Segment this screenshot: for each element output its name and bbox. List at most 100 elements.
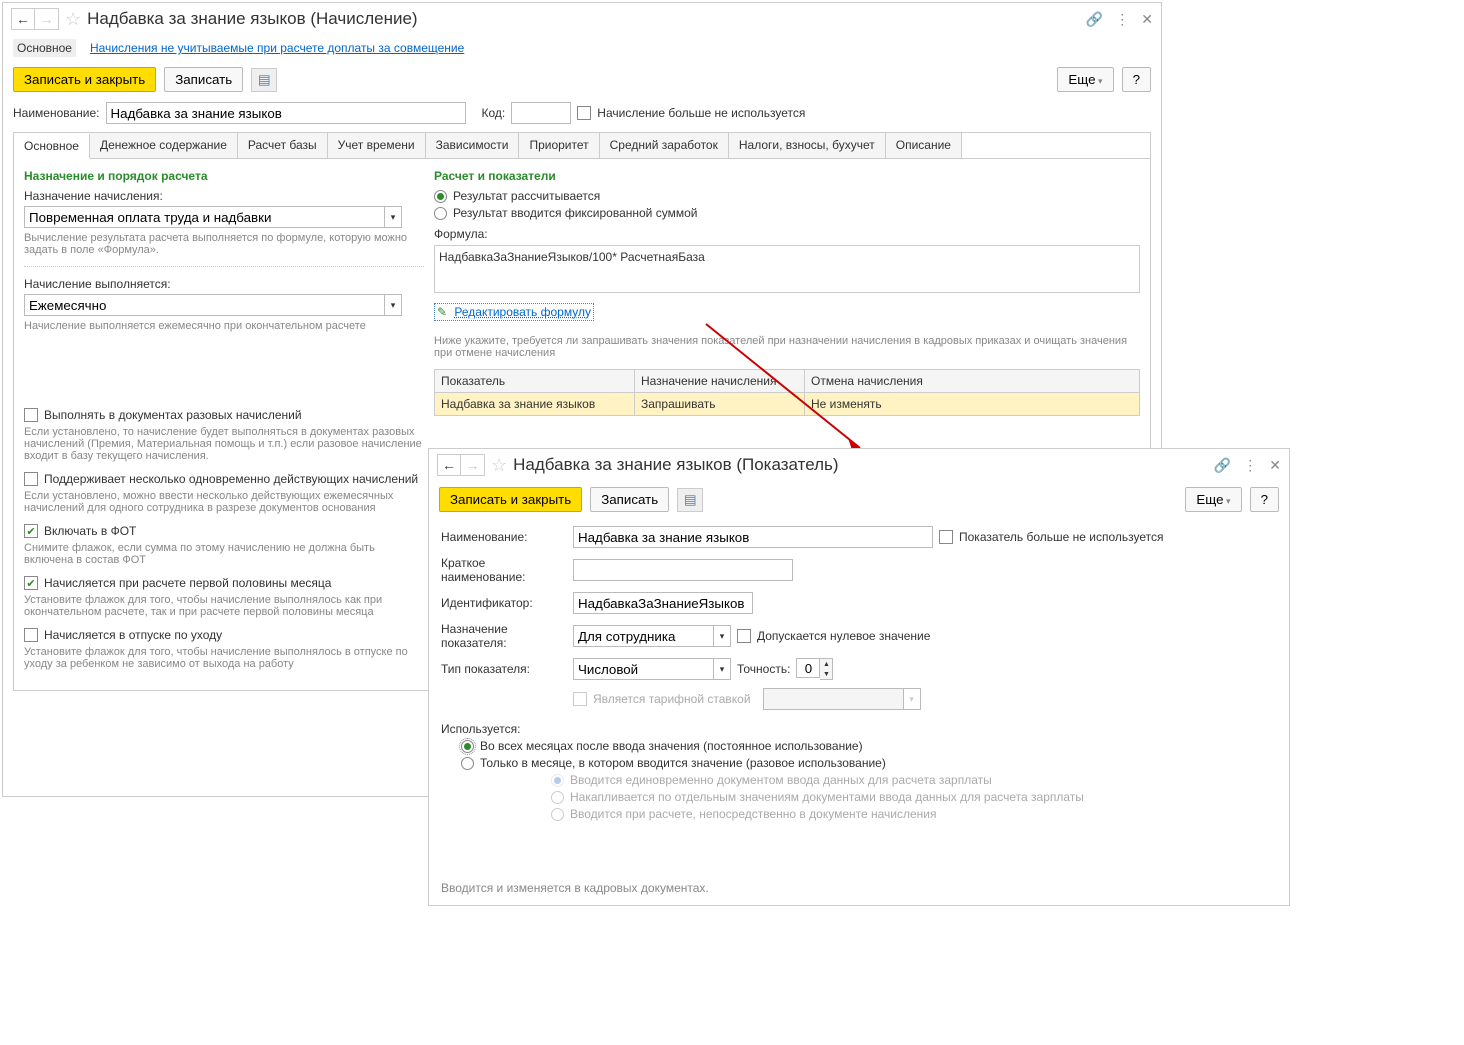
kebab-icon[interactable]: ⋮ bbox=[1115, 11, 1129, 28]
short-input[interactable] bbox=[573, 559, 793, 581]
tab-desc[interactable]: Описание bbox=[886, 133, 962, 158]
code-label: Код: bbox=[482, 106, 506, 120]
purpose-dropdown-2[interactable]: ▾ bbox=[713, 625, 731, 647]
radio-usage-permanent-label: Во всех месяцах после ввода значения (по… bbox=[480, 739, 863, 753]
close-icon[interactable]: ✕ bbox=[1141, 11, 1153, 28]
nav-forward-button-2[interactable]: → bbox=[461, 454, 485, 476]
name-row: Наименование: Код: Начисление больше не … bbox=[3, 98, 1161, 128]
link-icon[interactable]: 🔗 bbox=[1086, 11, 1103, 28]
allow-zero-checkbox[interactable] bbox=[737, 629, 751, 643]
cb-fot[interactable]: ✔ bbox=[24, 524, 38, 538]
tab-main[interactable]: Основное bbox=[14, 134, 90, 159]
cb-first-half-label: Начисляется при расчете первой половины … bbox=[44, 576, 331, 590]
tariff-dropdown: ▾ bbox=[903, 688, 921, 710]
id-input[interactable] bbox=[573, 592, 753, 614]
radio-usage-once[interactable] bbox=[461, 757, 474, 770]
precision-spinner[interactable]: ▲ ▼ bbox=[796, 658, 833, 680]
purpose-dropdown-button[interactable]: ▾ bbox=[384, 206, 402, 228]
name-input[interactable] bbox=[106, 102, 466, 124]
radio-fixed-label: Результат вводится фиксированной суммой bbox=[453, 206, 697, 220]
purpose-select[interactable] bbox=[24, 206, 384, 228]
save-button[interactable]: Записать bbox=[164, 67, 243, 92]
type-dropdown[interactable]: ▾ bbox=[713, 658, 731, 680]
subnav-link[interactable]: Начисления не учитываемые при расчете до… bbox=[90, 41, 464, 55]
cb-onetime[interactable] bbox=[24, 408, 38, 422]
kebab-icon-2[interactable]: ⋮ bbox=[1243, 457, 1257, 474]
purpose-hint: Вычисление результата расчета выполняетс… bbox=[24, 232, 424, 256]
titlebar: ← → ☆ Надбавка за знание языков (Начисле… bbox=[3, 3, 1161, 35]
subnav-main[interactable]: Основное bbox=[13, 39, 76, 57]
radio-calc[interactable] bbox=[434, 190, 447, 203]
cb-onetime-label: Выполнять в документах разовых начислени… bbox=[44, 408, 302, 422]
radio-sub-calc-label: Вводится при расчете, непосредственно в … bbox=[570, 807, 937, 821]
tab-priority[interactable]: Приоритет bbox=[519, 133, 599, 158]
nav-back-button-2[interactable]: ← bbox=[437, 454, 461, 476]
tab-base[interactable]: Расчет базы bbox=[238, 133, 328, 158]
radio-usage-once-label: Только в месяце, в котором вводится знач… bbox=[480, 756, 886, 770]
toolbar-2: Записать и закрыть Записать ▤ Еще ? bbox=[429, 481, 1289, 518]
list-icon-button[interactable]: ▤ bbox=[251, 68, 277, 92]
list-icon-button-2[interactable]: ▤ bbox=[677, 488, 703, 512]
radio-usage-permanent[interactable] bbox=[461, 740, 474, 753]
precision-up[interactable]: ▲ bbox=[820, 659, 832, 669]
th-assign: Назначение начисления bbox=[635, 370, 805, 392]
favorite-icon[interactable]: ☆ bbox=[65, 9, 81, 30]
radio-fixed[interactable] bbox=[434, 207, 447, 220]
id-label: Идентификатор: bbox=[441, 596, 567, 610]
type-label: Тип показателя: bbox=[441, 662, 567, 676]
unused-checkbox[interactable] bbox=[577, 106, 591, 120]
purpose-select-2[interactable] bbox=[573, 625, 713, 647]
link-icon-2[interactable]: 🔗 bbox=[1214, 457, 1231, 474]
table-hint: Ниже укажите, требуется ли запрашивать з… bbox=[434, 335, 1140, 359]
exec-hint: Начисление выполняется ежемесячно при ок… bbox=[24, 320, 424, 332]
cb-fot-label: Включать в ФОТ bbox=[44, 524, 136, 538]
cb-vacation-hint: Установите флажок для того, чтобы начисл… bbox=[24, 646, 424, 670]
window-title-2: Надбавка за знание языков (Показатель) bbox=[513, 455, 838, 475]
nav-back-button[interactable]: ← bbox=[11, 8, 35, 30]
cb-first-half[interactable]: ✔ bbox=[24, 576, 38, 590]
section-purpose: Назначение и порядок расчета bbox=[24, 169, 424, 183]
radio-sub-calc bbox=[551, 808, 564, 821]
indicator-window: ← → ☆ Надбавка за знание языков (Показат… bbox=[428, 448, 1290, 906]
precision-down[interactable]: ▼ bbox=[820, 669, 832, 679]
tab-deps[interactable]: Зависимости bbox=[426, 133, 520, 158]
save-button-2[interactable]: Записать bbox=[590, 487, 669, 512]
more-button[interactable]: Еще bbox=[1057, 67, 1113, 92]
radio-sub-accum bbox=[551, 791, 564, 804]
favorite-icon-2[interactable]: ☆ bbox=[491, 455, 507, 476]
th-indicator: Показатель bbox=[435, 370, 635, 392]
radio-sub-accum-label: Накапливается по отдельным значениям док… bbox=[570, 790, 1084, 804]
edit-formula-link[interactable]: Редактировать формулу bbox=[454, 305, 591, 319]
tab-time[interactable]: Учет времени bbox=[328, 133, 426, 158]
precision-input[interactable] bbox=[796, 658, 820, 678]
help-button[interactable]: ? bbox=[1122, 67, 1151, 92]
type-select[interactable] bbox=[573, 658, 713, 680]
exec-dropdown-button[interactable]: ▾ bbox=[384, 294, 402, 316]
close-icon-2[interactable]: ✕ bbox=[1269, 457, 1281, 474]
nav-forward-button[interactable]: → bbox=[35, 8, 59, 30]
short-label: Краткое наименование: bbox=[441, 556, 567, 584]
more-button-2[interactable]: Еще bbox=[1185, 487, 1241, 512]
cb-multi[interactable] bbox=[24, 472, 38, 486]
window-title: Надбавка за знание языков (Начисление) bbox=[87, 9, 417, 29]
tab-money[interactable]: Денежное содержание bbox=[90, 133, 238, 158]
code-input[interactable] bbox=[511, 102, 571, 124]
table-row[interactable]: Надбавка за знание языков Запрашивать Не… bbox=[435, 393, 1139, 415]
unused-checkbox-2[interactable] bbox=[939, 530, 953, 544]
exec-select[interactable] bbox=[24, 294, 384, 316]
cb-vacation[interactable] bbox=[24, 628, 38, 642]
help-button-2[interactable]: ? bbox=[1250, 487, 1279, 512]
save-close-button-2[interactable]: Записать и закрыть bbox=[439, 487, 582, 512]
tab-taxes[interactable]: Налоги, взносы, бухучет bbox=[729, 133, 886, 158]
name-input-2[interactable] bbox=[573, 526, 933, 548]
cb-first-half-hint: Установите флажок для того, чтобы начисл… bbox=[24, 594, 424, 618]
titlebar-2: ← → ☆ Надбавка за знание языков (Показат… bbox=[429, 449, 1289, 481]
td-cancel: Не изменять bbox=[805, 393, 1139, 415]
precision-label: Точность: bbox=[737, 662, 790, 676]
purpose-label: Назначение начисления: bbox=[24, 189, 424, 203]
cb-fot-hint: Снимите флажок, если сумма по этому начи… bbox=[24, 542, 424, 566]
save-close-button[interactable]: Записать и закрыть bbox=[13, 67, 156, 92]
formula-box[interactable]: НадбавкаЗаЗнаниеЯзыков/100* РасчетнаяБаз… bbox=[434, 245, 1140, 293]
tab-avg[interactable]: Средний заработок bbox=[600, 133, 729, 158]
allow-zero-label: Допускается нулевое значение bbox=[757, 629, 930, 643]
